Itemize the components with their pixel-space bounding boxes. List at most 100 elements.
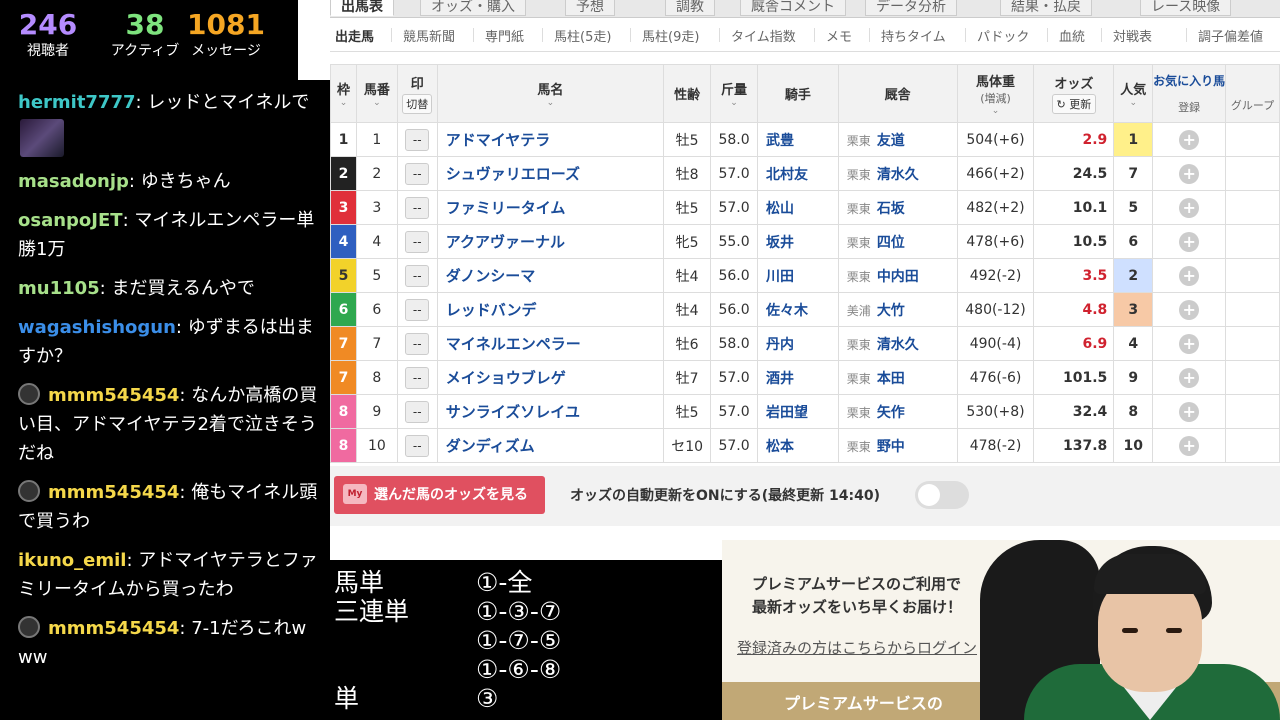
page-tab-0[interactable]: 出馬表 [330,0,394,16]
col-bodyweight[interactable]: 馬体重 (増減) ⌄ [956,64,1035,123]
chat-username[interactable]: mu1105 [18,278,100,299]
mark-cell[interactable]: -- [396,326,438,361]
mark-select[interactable]: -- [405,264,430,287]
trainer-link[interactable]: 本田 [877,371,905,387]
jockey-link[interactable]: 松本 [756,428,839,463]
fav-register-cell[interactable]: + [1152,122,1227,157]
chat-username[interactable]: mmm545454 [48,385,179,406]
mark-select[interactable]: -- [405,128,430,151]
page-tab-3[interactable]: 調教 [665,0,715,16]
view-selected-odds-button[interactable]: My 選んだ馬のオッズを見る [334,476,545,514]
stable-cell[interactable]: 栗東 四位 [837,224,958,259]
subnav-item-4[interactable]: 馬柱(9走) [642,26,699,45]
subnav-item-9[interactable]: 血統 [1059,26,1085,45]
stable-cell[interactable]: 栗東 本田 [837,360,958,395]
subnav-item-1[interactable]: 競馬新聞 [403,26,455,45]
add-favorite-icon[interactable]: + [1179,129,1200,150]
subnav-item-10[interactable]: 対戦表 [1113,26,1152,45]
chat-username[interactable]: mmm545454 [48,482,179,503]
trainer-link[interactable]: 中内田 [877,269,919,285]
jockey-link[interactable]: 川田 [756,258,839,293]
stable-cell[interactable]: 栗東 中内田 [837,258,958,293]
odds-refresh-button[interactable]: ↻ 更新 [1051,94,1097,114]
stable-cell[interactable]: 栗東 清水久 [837,326,958,361]
page-tab-7[interactable]: レース映像 [1140,0,1232,16]
fav-register-cell[interactable]: + [1152,428,1227,463]
fav-register-cell[interactable]: + [1152,156,1227,191]
page-tab-5[interactable]: データ分析 [865,0,957,16]
stable-cell[interactable]: 栗東 石坂 [837,190,958,225]
trainer-link[interactable]: 四位 [877,235,905,251]
col-horse-name[interactable]: 馬名 ⌄ [436,64,665,123]
mark-select[interactable]: -- [405,298,430,321]
fav-register-cell[interactable]: + [1152,292,1227,327]
mark-cell[interactable]: -- [396,156,438,191]
horse-name-link[interactable]: マイネルエンペラー [436,326,665,361]
jockey-link[interactable]: 坂井 [756,224,839,259]
chat-username[interactable]: osanpoJET [18,210,123,231]
jockey-link[interactable]: 北村友 [756,156,839,191]
chat-username[interactable]: hermit7777 [18,92,136,113]
add-favorite-icon[interactable]: + [1179,299,1200,320]
col-odds[interactable]: オッズ ↻ 更新 [1033,64,1115,123]
favorites-header[interactable]: お気に入り馬 [1153,72,1225,89]
fav-register-cell[interactable]: + [1152,360,1227,395]
stable-cell[interactable]: 美浦 大竹 [837,292,958,327]
chat-username[interactable]: mmm545454 [48,618,179,639]
subnav-item-8[interactable]: パドック [977,26,1029,45]
subnav-item-6[interactable]: メモ [826,26,852,45]
trainer-link[interactable]: 清水久 [877,337,919,353]
mark-cell[interactable]: -- [396,292,438,327]
col-popularity[interactable]: 人気 ⌄ [1113,64,1154,123]
page-tab-2[interactable]: 予想 [565,0,615,16]
add-favorite-icon[interactable]: + [1179,401,1200,422]
horse-name-link[interactable]: ファミリータイム [436,190,665,225]
trainer-link[interactable]: 石坂 [877,201,905,217]
jockey-link[interactable]: 武豊 [756,122,839,157]
login-link[interactable]: 登録済みの方はこちらからログイン [737,637,977,658]
horse-name-link[interactable]: ダンディズム [436,428,665,463]
trainer-link[interactable]: 清水久 [877,167,919,183]
chat-username[interactable]: wagashishogun [18,317,176,338]
stable-cell[interactable]: 栗東 野中 [837,428,958,463]
fav-register-cell[interactable]: + [1152,190,1227,225]
subnav-item-0[interactable]: 出走馬 [335,26,374,45]
fav-register-cell[interactable]: + [1152,224,1227,259]
mark-toggle-button[interactable]: 切替 [402,94,433,114]
horse-name-link[interactable]: ダノンシーマ [436,258,665,293]
mark-select[interactable]: -- [405,434,430,457]
jockey-link[interactable]: 松山 [756,190,839,225]
stable-cell[interactable]: 栗東 矢作 [837,394,958,429]
mark-cell[interactable]: -- [396,394,438,429]
fav-register-cell[interactable]: + [1152,326,1227,361]
stable-cell[interactable]: 栗東 友道 [837,122,958,157]
jockey-link[interactable]: 岩田望 [756,394,839,429]
mark-select[interactable]: -- [405,366,430,389]
add-favorite-icon[interactable]: + [1179,231,1200,252]
add-favorite-icon[interactable]: + [1179,197,1200,218]
horse-name-link[interactable]: シュヴァリエローズ [436,156,665,191]
add-favorite-icon[interactable]: + [1179,367,1200,388]
horse-name-link[interactable]: メイショウブレゲ [436,360,665,395]
horse-name-link[interactable]: アクアヴァーナル [436,224,665,259]
mark-cell[interactable]: -- [396,428,438,463]
mark-cell[interactable]: -- [396,190,438,225]
trainer-link[interactable]: 野中 [877,439,905,455]
col-weight[interactable]: 斤量 ⌄ [710,64,758,123]
add-favorite-icon[interactable]: + [1179,163,1200,184]
mark-select[interactable]: -- [405,162,430,185]
stable-cell[interactable]: 栗東 清水久 [837,156,958,191]
jockey-link[interactable]: 佐々木 [756,292,839,327]
mark-select[interactable]: -- [405,400,430,423]
horse-name-link[interactable]: サンライズソレイユ [436,394,665,429]
horse-name-link[interactable]: アドマイヤテラ [436,122,665,157]
mark-cell[interactable]: -- [396,258,438,293]
add-favorite-icon[interactable]: + [1179,333,1200,354]
page-tab-6[interactable]: 結果・払戻 [1000,0,1092,16]
page-tab-1[interactable]: オッズ・購入 [420,0,526,16]
page-tab-4[interactable]: 厩舎コメント [740,0,846,16]
subnav-item-7[interactable]: 持ちタイム [881,26,946,45]
chat-username[interactable]: masadonjp [18,171,129,192]
subnav-item-11[interactable]: 調子偏差値 [1198,26,1263,45]
trainer-link[interactable]: 友道 [877,133,905,149]
